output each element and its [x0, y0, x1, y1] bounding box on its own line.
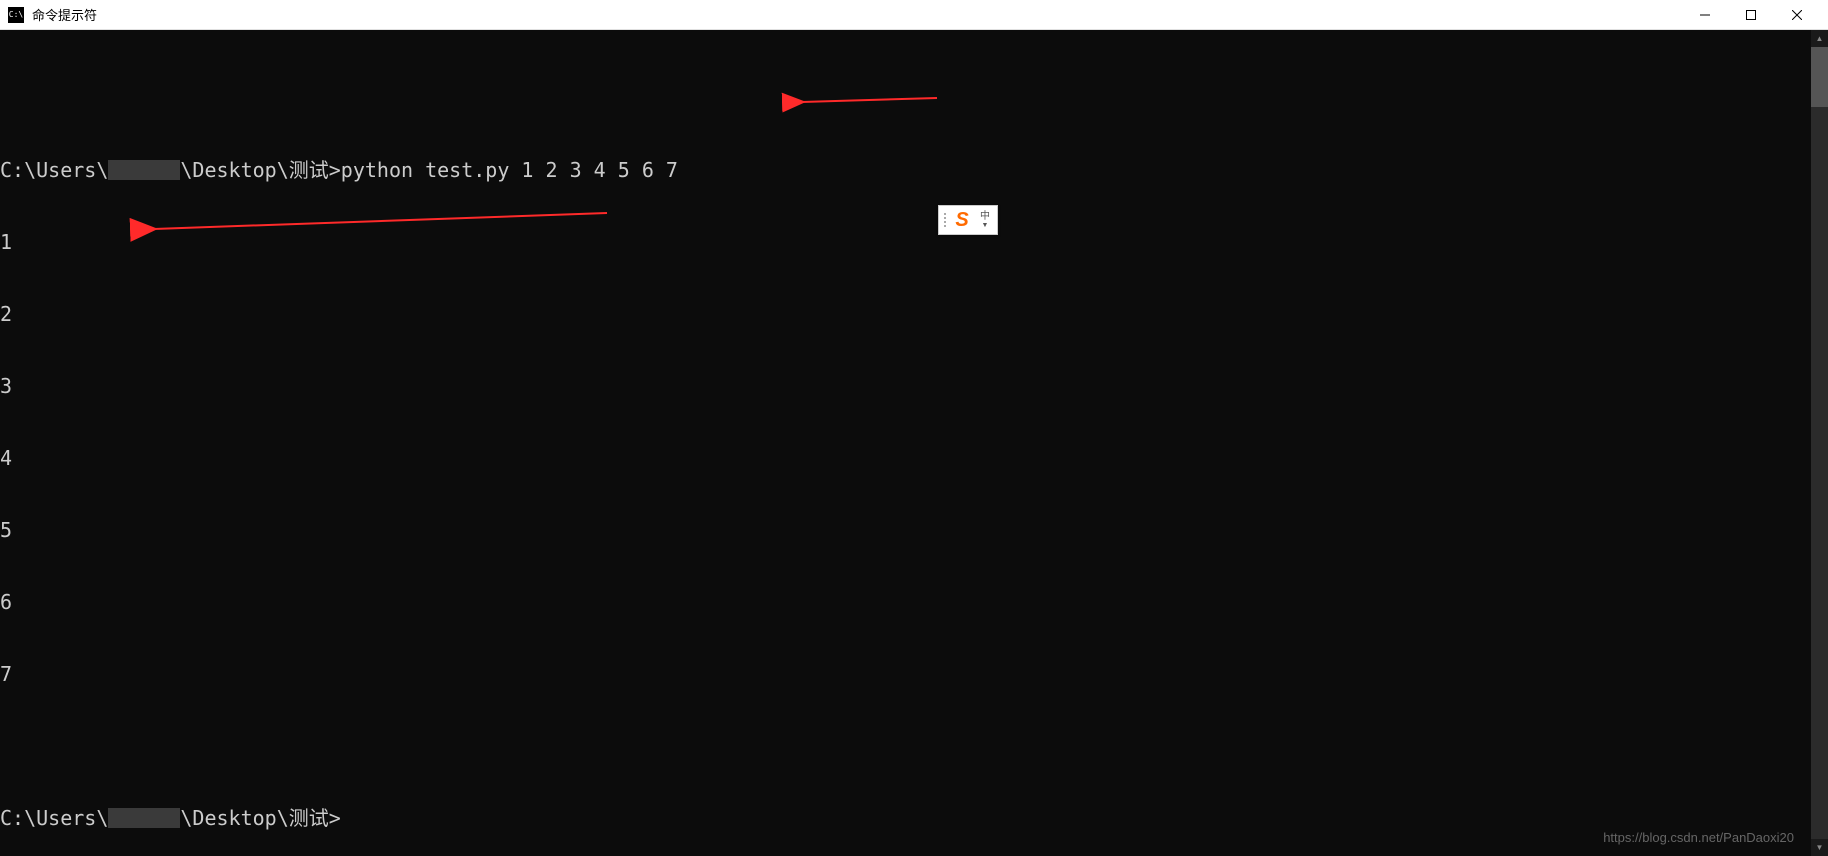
annotation-arrow-2 — [70, 185, 612, 268]
output-line: 2 — [0, 302, 1811, 326]
sogou-logo-icon: S — [949, 207, 975, 233]
output-line: 7 — [0, 662, 1811, 686]
window-controls — [1682, 0, 1820, 30]
window-title: 命令提示符 — [32, 5, 1682, 24]
close-button[interactable] — [1774, 0, 1820, 30]
minimize-button[interactable] — [1682, 0, 1728, 30]
vertical-scrollbar[interactable]: ▲ ▼ — [1811, 30, 1828, 856]
cmd-icon: C:\ — [8, 7, 24, 23]
maximize-button[interactable] — [1728, 0, 1774, 30]
output-line: 4 — [0, 446, 1811, 470]
prompt-line: C:\Users\\Desktop\测试> — [0, 806, 1811, 830]
command-line: C:\Users\\Desktop\测试>python test.py 1 2 … — [0, 158, 1811, 182]
scrollbar-down-arrow[interactable]: ▼ — [1811, 839, 1828, 856]
redacted-username — [108, 808, 180, 828]
watermark: https://blog.csdn.net/PanDaoxi20 — [1603, 826, 1794, 850]
output-line: 6 — [0, 590, 1811, 614]
ime-mode-toggle[interactable]: 中 ▼ — [975, 206, 995, 234]
ime-floating-widget[interactable]: S 中 ▼ — [938, 205, 998, 235]
scrollbar-up-arrow[interactable]: ▲ — [1811, 30, 1828, 47]
scrollbar-thumb[interactable] — [1811, 47, 1828, 107]
redacted-username — [108, 160, 180, 180]
output-line: 5 — [0, 518, 1811, 542]
output-line: 1 — [0, 230, 1811, 254]
output-line: 3 — [0, 374, 1811, 398]
window-titlebar: C:\ 命令提示符 — [0, 0, 1828, 30]
ime-drag-handle[interactable] — [939, 206, 949, 234]
terminal-output[interactable]: C:\Users\\Desktop\测试>python test.py 1 2 … — [0, 30, 1811, 856]
scrollbar-track[interactable] — [1811, 47, 1828, 839]
